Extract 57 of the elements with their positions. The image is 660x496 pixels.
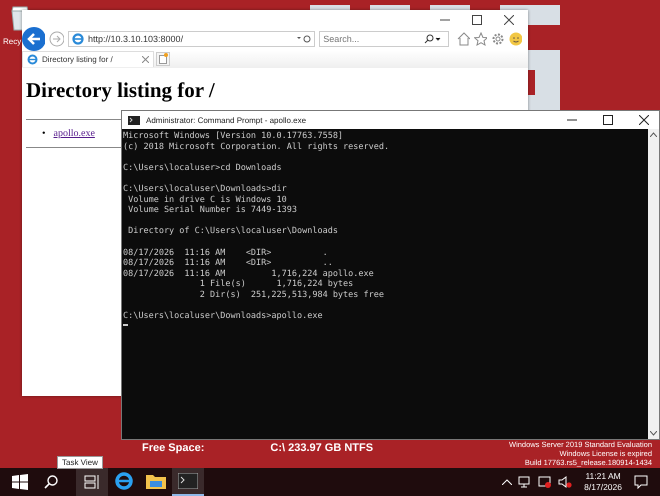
console-line: C:\Users\localuser\Downloads>dir <box>123 184 288 195</box>
console-line: (c) 2018 Microsoft Corporation. All rights reserved. <box>123 142 390 152</box>
maximize-icon <box>472 15 482 25</box>
maximize-button[interactable] <box>470 13 484 27</box>
console-icon <box>128 116 140 124</box>
console-line: 1 File(s) 1,716,224 bytes <box>198 279 354 290</box>
console-line: C:\Users\localuser\Downloads>apollo.exe <box>123 311 324 322</box>
file-link[interactable]: apollo.exe <box>54 128 95 139</box>
scroll-down-icon[interactable] <box>650 431 657 436</box>
folder-icon <box>146 473 166 489</box>
security-alert-icon[interactable] <box>538 476 552 488</box>
scrollbar[interactable] <box>648 129 659 439</box>
browser-tab[interactable]: Directory listing for / <box>22 51 154 67</box>
console-line: Volume in drive C is Windows 10 <box>127 194 288 206</box>
ie-logo-icon <box>114 471 134 491</box>
console-line: 08/17/2026 11:16 AM 1,716,224 apollo.exe <box>123 268 375 280</box>
close-icon <box>504 15 514 25</box>
console-line: Directory of C:\Users\localuser\Downloads <box>127 226 339 237</box>
console-line: 08/17/2026 11:16 AM <DIR> .. <box>123 258 334 269</box>
page-heading: Directory listing for / <box>26 78 216 103</box>
smiley-icon[interactable] <box>508 32 522 46</box>
console-icon <box>178 473 198 489</box>
address-field[interactable]: http://10.3.10.103:8000/ <box>68 31 316 47</box>
muted-speaker-icon[interactable] <box>558 476 572 488</box>
home-icon[interactable] <box>456 32 470 46</box>
task-view-button[interactable] <box>84 475 100 489</box>
search-icon <box>423 34 442 44</box>
info-label: Free Space: <box>142 442 204 454</box>
info-value: C:\ 233.97 GB NTFS <box>270 442 374 454</box>
text-cursor <box>123 324 128 326</box>
ie-logo-icon <box>27 54 38 65</box>
console-line: 08/17/2026 11:16 AM <DIR> . <box>123 248 329 258</box>
console-line: C:\Users\localuser>cd Downloads <box>123 162 283 174</box>
ie-logo-icon <box>72 33 84 45</box>
clock[interactable]: 11:21 AM 8/17/2026 <box>584 471 622 493</box>
network-icon[interactable] <box>518 476 532 488</box>
desktop-icon-label[interactable]: Recy <box>3 37 22 46</box>
close-icon <box>639 115 649 125</box>
back-button[interactable] <box>22 27 45 51</box>
search-box[interactable]: Search... <box>319 31 449 47</box>
maximize-icon <box>603 115 613 125</box>
tooltip: Task View <box>57 456 103 469</box>
list-bullet: • <box>42 128 46 139</box>
close-icon[interactable] <box>142 56 149 63</box>
console-line: Microsoft Windows [Version 10.0.17763.7558] <box>123 131 344 142</box>
settings-icon[interactable] <box>491 32 505 46</box>
refresh-icon[interactable] <box>295 34 312 44</box>
console-line: 2 Dir(s) 251,225,513,984 bytes free <box>198 290 385 300</box>
close-button[interactable] <box>502 13 516 27</box>
taskbar-app-button[interactable] <box>172 468 204 496</box>
window-title: Administrator: Command Prompt - apollo.exe <box>146 116 308 124</box>
star-icon[interactable] <box>474 32 488 46</box>
console-line: Volume Serial Number is 7449-1393 <box>127 205 298 216</box>
notifications-icon[interactable] <box>634 475 648 489</box>
new-tab-button[interactable] <box>156 52 170 66</box>
caret-icon[interactable] <box>502 479 512 485</box>
scroll-up-icon[interactable] <box>650 132 657 137</box>
